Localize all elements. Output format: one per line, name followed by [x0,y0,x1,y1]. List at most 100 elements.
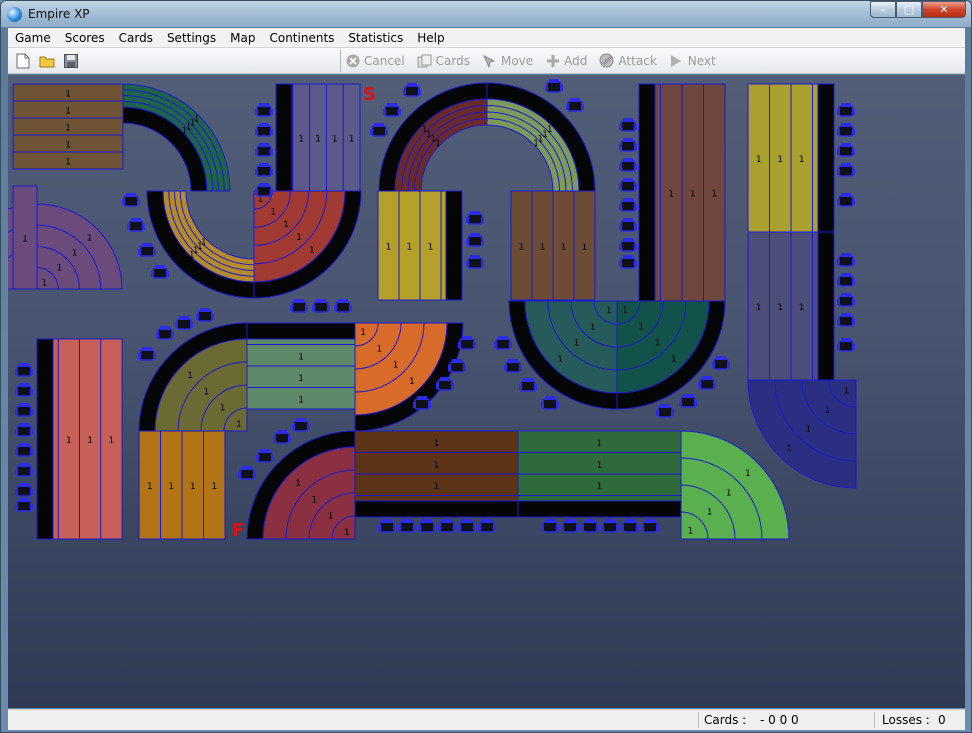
army-count-label: 1 [190,482,196,492]
next-label: Next [687,53,716,68]
army-count-label: 1 [187,371,193,381]
army-count-label: 1 [42,278,48,288]
move-button[interactable]: Move [482,53,533,68]
new-file-icon[interactable] [14,52,32,70]
army-count-label: 1 [407,243,413,253]
army-unit-icon [541,396,559,410]
army-unit-icon [619,118,637,132]
attack-button[interactable]: Attack [599,53,657,68]
army-unit-icon [156,326,174,340]
army-count-label: 1 [283,220,289,230]
army-count-label: 1 [777,155,783,165]
menu-game[interactable]: Game [8,31,58,45]
army-count-label: 1 [311,495,317,505]
move-icon [482,53,497,68]
menu-map[interactable]: Map [223,31,262,45]
save-icon[interactable] [62,52,80,70]
army-unit-icon [255,183,273,197]
army-count-label: 1 [87,436,93,446]
army-count-label: 1 [309,246,315,256]
army-count-label: 1 [328,512,334,522]
army-count-label: 1 [844,387,850,397]
army-count-label: 1 [147,482,153,492]
territory-block [154,338,248,432]
army-unit-icon [656,404,674,418]
territory-block [162,190,255,283]
army-unit-icon [478,519,496,533]
losses-status-value: 0 [938,713,946,727]
army-unit-icon [334,299,352,313]
territory-block [36,203,123,290]
army-unit-icon [466,211,484,225]
open-folder-icon[interactable] [38,52,56,70]
minimize-icon: – [880,3,886,16]
cards-button[interactable]: Cards [417,53,470,68]
title-bar[interactable]: Empire XP – □ ✕ [1,1,971,27]
add-button[interactable]: Add [545,53,587,68]
track-wall [817,83,835,233]
next-button[interactable]: Next [669,53,716,68]
army-unit-icon [504,359,522,373]
menu-help[interactable]: Help [410,31,451,45]
army-unit-icon [601,519,619,533]
army-unit-icon [466,233,484,247]
army-count-label: 1 [726,488,732,498]
attack-icon [599,53,614,68]
add-label: Add [564,53,588,68]
army-count-label: 1 [805,425,811,435]
menu-settings[interactable]: Settings [160,31,223,45]
toolbar: Cancel Cards Move Add Attack Next [8,48,965,74]
cancel-button[interactable]: Cancel [345,53,405,68]
army-count-label: 1 [332,135,338,145]
track-wall [817,231,835,381]
menu-continents[interactable]: Continents [262,31,341,45]
army-count-label: 1 [377,344,383,354]
menu-statistics[interactable]: Statistics [341,31,410,45]
army-count-label: 1 [298,374,304,384]
army-count-label: 1 [434,460,440,470]
army-unit-icon [292,418,310,432]
army-count-label: 1 [786,444,792,454]
close-button[interactable]: ✕ [922,1,966,18]
army-count-label: 1 [295,479,301,489]
menu-scores[interactable]: Scores [58,31,112,45]
army-count-label: 1 [582,243,588,253]
army-count-label: 1 [386,243,392,253]
army-unit-icon [15,363,33,377]
army-unit-icon [138,347,156,361]
army-unit-icon [712,356,730,370]
attack-label: Attack [618,53,657,68]
army-count-label: 1 [349,135,355,145]
army-unit-icon [519,378,537,392]
army-unit-icon [15,383,33,397]
army-unit-icon [466,255,484,269]
next-icon [669,53,684,68]
army-unit-icon [837,273,855,287]
army-count-label: 1 [547,125,553,135]
army-unit-icon [378,519,396,533]
army-count-label: 1 [668,190,674,200]
army-count-label: 1 [211,482,217,492]
army-unit-icon [398,519,416,533]
army-unit-icon [541,519,559,533]
army-count-label: 1 [189,250,195,260]
game-map-canvas[interactable]: 1111111111111111111111111111111111111111… [1,75,965,708]
track-wall [638,83,656,302]
army-count-label: 1 [434,482,440,492]
army-count-label: 1 [799,155,805,165]
maximize-button[interactable]: □ [896,1,922,18]
army-count-label: 1 [573,339,579,349]
army-count-label: 1 [707,507,713,517]
army-count-label: 1 [220,404,226,414]
army-unit-icon [698,376,716,390]
army-unit-icon [418,519,436,533]
menu-cards[interactable]: Cards [112,31,160,45]
territory-block [616,300,710,394]
army-count-label: 1 [65,124,71,134]
army-count-label: 1 [824,406,830,416]
globe-icon [7,6,22,22]
army-unit-icon [383,103,401,117]
army-count-label: 1 [65,158,71,168]
minimize-button[interactable]: – [870,1,896,18]
track-wall [246,322,356,340]
